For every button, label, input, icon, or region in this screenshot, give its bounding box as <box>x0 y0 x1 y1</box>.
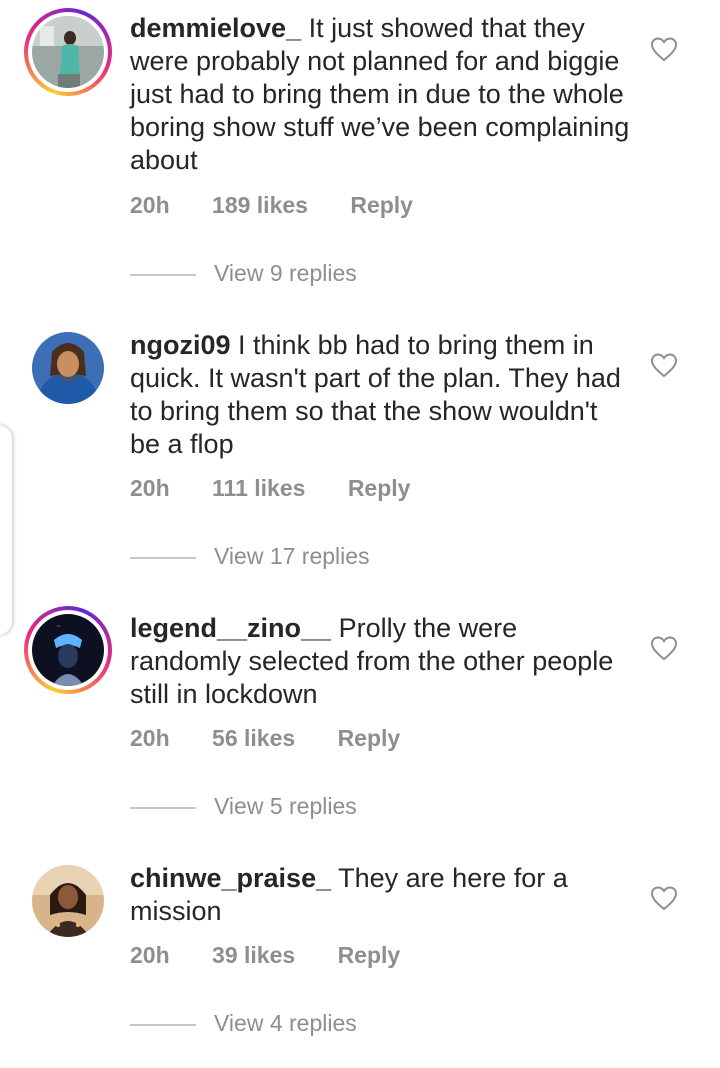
comment-time: 20h <box>130 475 170 501</box>
comment-meta: 20h 189 likes Reply <box>130 192 449 219</box>
view-replies-label[interactable]: View 17 replies <box>214 543 370 570</box>
comment-time: 20h <box>130 192 170 218</box>
comment-text: chinwe_praise_ They are here for a missi… <box>130 862 630 928</box>
comment-time: 20h <box>130 725 170 751</box>
comment-likes[interactable]: 56 likes <box>212 725 295 751</box>
comment-meta: 20h 111 likes Reply <box>130 475 446 502</box>
comment-meta: 20h 56 likes Reply <box>130 725 436 752</box>
reply-button[interactable]: Reply <box>348 475 411 501</box>
avatar[interactable] <box>24 8 112 96</box>
comment-username[interactable]: demmielove_ <box>130 13 301 43</box>
comment-likes[interactable]: 111 likes <box>212 475 305 501</box>
comment-likes[interactable]: 39 likes <box>212 942 295 968</box>
comment-text: ngozi09 I think bb had to bring them in … <box>130 329 630 461</box>
replies-divider <box>130 807 196 809</box>
replies-divider <box>130 274 196 276</box>
comment-text: legend__zino__ Prolly the were randomly … <box>130 612 630 711</box>
view-replies-label[interactable]: View 9 replies <box>214 260 357 287</box>
comment-text: demmielove_ It just showed that they wer… <box>130 12 630 177</box>
comment-meta: 20h 39 likes Reply <box>130 942 436 969</box>
replies-divider <box>130 557 196 559</box>
view-replies-label[interactable]: View 5 replies <box>214 793 357 820</box>
comment-username[interactable]: ngozi09 <box>130 330 231 360</box>
replies-divider <box>130 1024 196 1026</box>
edge-panel <box>0 425 12 635</box>
reply-button[interactable]: Reply <box>350 192 413 218</box>
comment-time: 20h <box>130 942 170 968</box>
avatar[interactable]: ~ <box>24 606 112 694</box>
comment-likes[interactable]: 189 likes <box>212 192 308 218</box>
comment-username[interactable]: legend__zino__ <box>130 613 331 643</box>
heart-icon[interactable] <box>650 352 678 378</box>
heart-icon[interactable] <box>650 885 678 911</box>
heart-icon[interactable] <box>650 635 678 661</box>
heart-icon[interactable] <box>650 36 678 62</box>
avatar[interactable] <box>24 857 112 945</box>
reply-button[interactable]: Reply <box>338 942 401 968</box>
avatar[interactable] <box>24 324 112 412</box>
reply-button[interactable]: Reply <box>338 725 401 751</box>
comment-username[interactable]: chinwe_praise_ <box>130 863 331 893</box>
view-replies-label[interactable]: View 4 replies <box>214 1010 357 1037</box>
svg-text:~: ~ <box>56 623 61 630</box>
